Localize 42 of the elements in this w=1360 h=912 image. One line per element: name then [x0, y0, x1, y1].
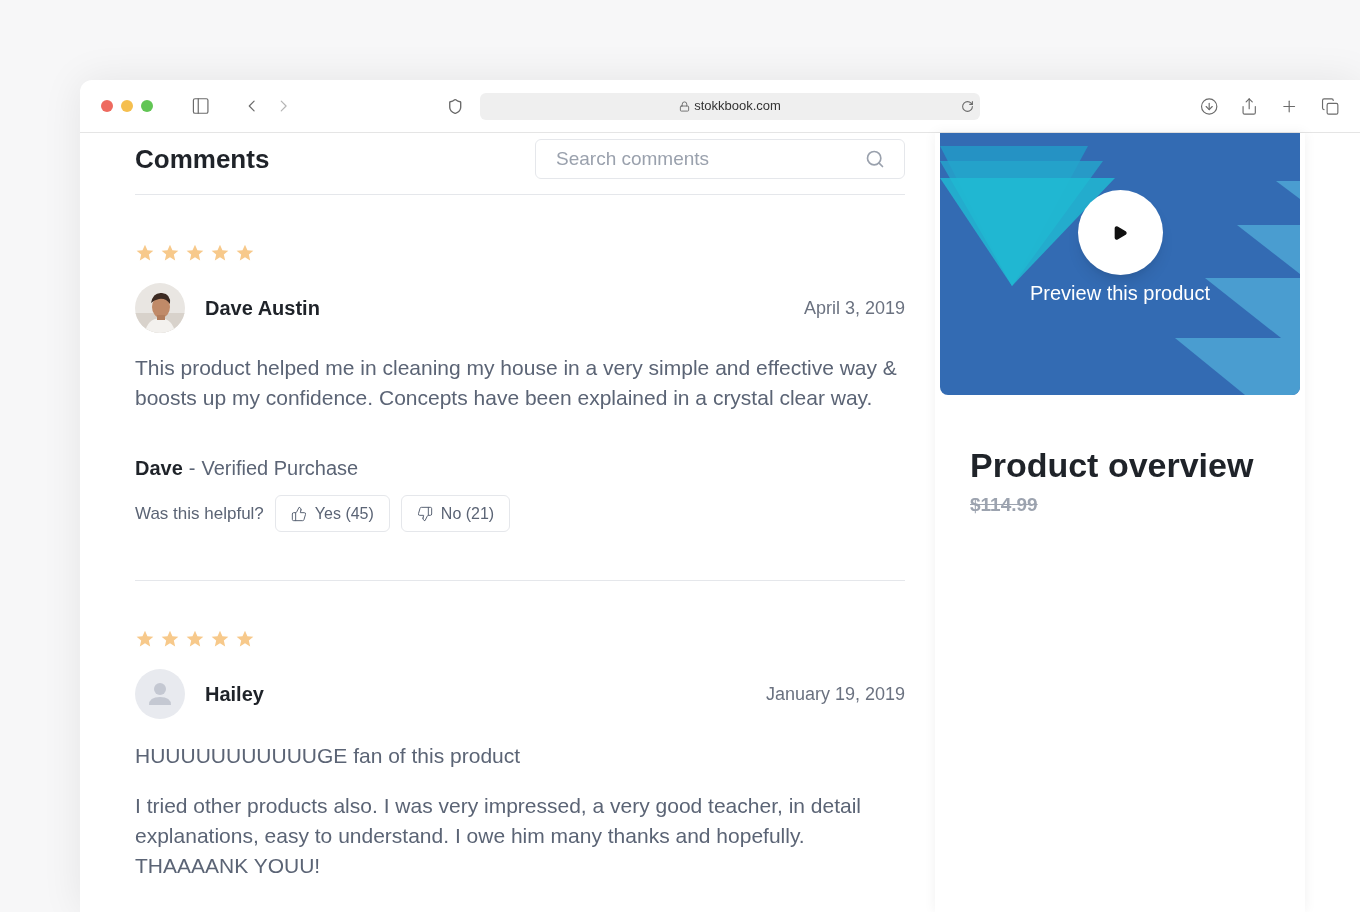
star-icon — [210, 629, 230, 649]
review-title: HUUUUUUUUUUUGE fan of this product — [135, 743, 522, 769]
star-icon — [185, 243, 205, 263]
preview-label: Preview this product — [1029, 281, 1211, 306]
close-window-icon[interactable] — [101, 100, 113, 112]
yes-button[interactable]: Yes (45) — [274, 495, 390, 532]
star-icon — [135, 629, 155, 649]
comments-heading: Comments — [135, 142, 270, 176]
search-icon — [865, 149, 885, 169]
verified-label: Verified Purchase — [201, 456, 359, 481]
star-icon — [235, 629, 255, 649]
star-icon — [160, 629, 180, 649]
address-bar[interactable]: stokkbook.com — [480, 92, 980, 120]
star-icon — [235, 243, 255, 263]
product-heading: Product overview — [970, 445, 1255, 486]
sidebar-icon[interactable] — [191, 96, 211, 116]
star-icon — [210, 243, 230, 263]
review-date: April 3, 2019 — [803, 296, 905, 320]
separator-text: - — [188, 456, 196, 481]
search-field[interactable]: Search comments — [535, 139, 905, 179]
tabs-icon[interactable] — [1320, 96, 1339, 116]
thumbs-up-icon — [290, 505, 307, 522]
star-icon — [135, 243, 155, 263]
star-icon — [160, 243, 180, 263]
helpful-question: Was this helpful? — [135, 502, 264, 525]
review-text: This product helped me in cleaning my house in a very simple and effective way & boosts up my confidence. Concepts have been explained in a crystal clear way. — [135, 355, 898, 411]
play-icon — [1112, 224, 1128, 241]
reviewer-name: Dave — [135, 456, 183, 481]
url-text: stokkbook.com — [694, 97, 781, 116]
star-icon — [185, 629, 205, 649]
shield-icon[interactable] — [447, 97, 464, 115]
author-name: Hailey — [205, 682, 264, 707]
share-icon[interactable] — [1239, 96, 1259, 116]
lock-icon — [679, 100, 691, 112]
old-price: $114.99 — [970, 494, 1038, 515]
review-text: I tried other products also. I was very impressed, a very good teacher, in detail explanations, easy to understand. I owe him many thanks and hopefully. THAAAANK YOUU! — [135, 793, 863, 879]
author-name: Dave Austin — [205, 296, 320, 321]
download-icon[interactable] — [1199, 96, 1218, 116]
review-date: January 19, 2019 — [765, 682, 905, 706]
reload-icon[interactable] — [960, 99, 974, 113]
no-button[interactable]: No (21) — [400, 495, 511, 532]
thumbs-down-icon — [416, 505, 433, 522]
